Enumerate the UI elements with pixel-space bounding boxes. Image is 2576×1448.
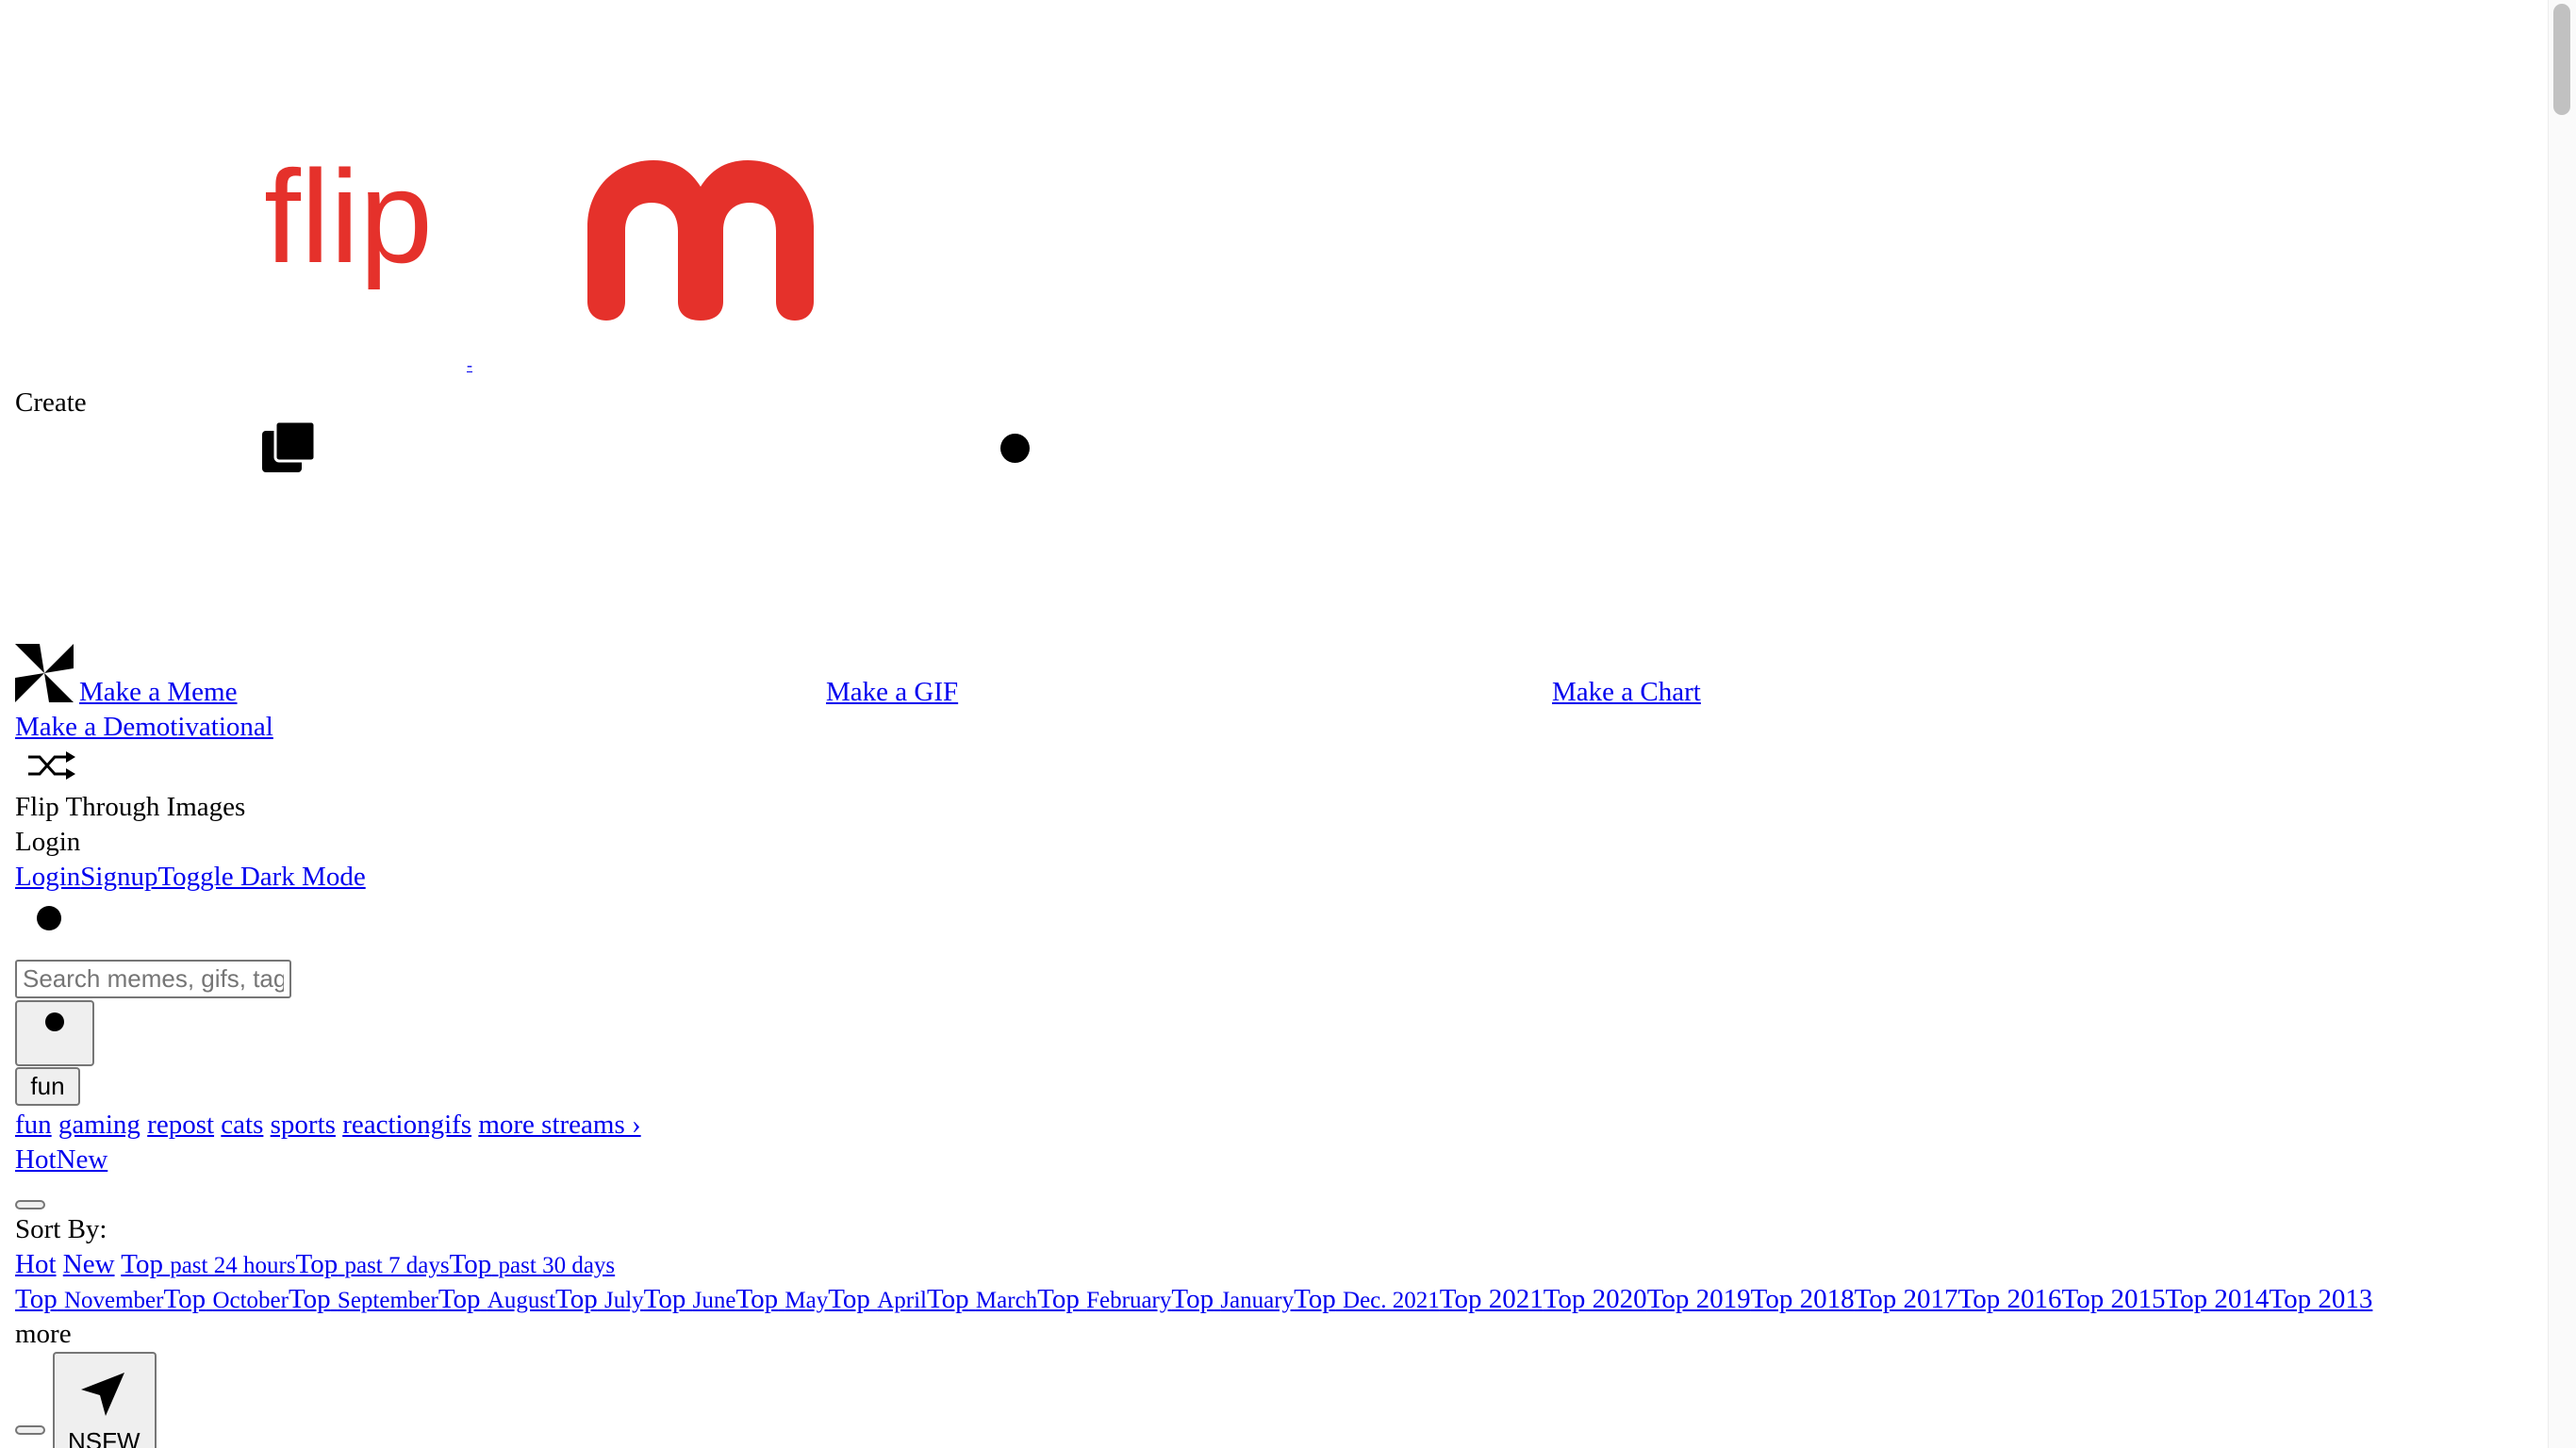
account-links: LoginSignupToggle Dark Mode bbox=[15, 860, 366, 894]
stream-link-reactiongifs[interactable]: reactiongifs bbox=[342, 1110, 471, 1140]
stream-link-fun[interactable]: fun bbox=[15, 1110, 52, 1140]
stream-link-repost[interactable]: repost bbox=[147, 1110, 214, 1140]
login-link[interactable]: Login bbox=[15, 862, 80, 892]
stream-link-cats[interactable]: cats bbox=[221, 1110, 263, 1140]
sort-top-year-link[interactable]: Top 2013 bbox=[2269, 1284, 2372, 1314]
sort-top-month-link[interactable]: Top February bbox=[1037, 1284, 1171, 1314]
logo-m-mark bbox=[587, 160, 814, 321]
sort-top-month-link[interactable]: Top May bbox=[735, 1284, 828, 1314]
make-chart-link[interactable]: Make a Chart bbox=[1552, 675, 1701, 709]
scrollbar-thumb[interactable] bbox=[2553, 4, 2570, 115]
sort-top-7d-link[interactable]: Top past 7 days bbox=[296, 1249, 450, 1279]
sort-top-month-link[interactable]: Top January bbox=[1171, 1284, 1294, 1314]
search-input[interactable] bbox=[15, 960, 291, 998]
sort-hot-link[interactable]: Hot bbox=[15, 1249, 57, 1279]
sort-top-year-link[interactable]: Top 2020 bbox=[1544, 1284, 1647, 1314]
sort-top-30d-link[interactable]: Top past 30 days bbox=[450, 1249, 616, 1279]
nsfw-button[interactable]: NSFW bbox=[53, 1352, 157, 1448]
tab-hot[interactable]: Hot bbox=[15, 1144, 57, 1175]
sort-top-month-link[interactable]: Top April bbox=[828, 1284, 927, 1314]
sort-label: Sort By: bbox=[15, 1214, 107, 1244]
logo-link[interactable]: flip bbox=[264, 151, 433, 283]
search-icon bbox=[45, 1012, 64, 1031]
sort-new-link[interactable]: New bbox=[63, 1249, 115, 1279]
sort-top-month-link[interactable]: Top September bbox=[289, 1284, 438, 1314]
scrollbar-track[interactable] bbox=[2548, 0, 2576, 1448]
logo-flip-text: flip bbox=[264, 142, 433, 290]
create-label: Create bbox=[15, 387, 87, 418]
stack-icon bbox=[262, 420, 317, 472]
nsfw-label: NSFW bbox=[68, 1427, 140, 1448]
dot-icon bbox=[1000, 434, 1030, 463]
sort-top-year-link[interactable]: Top 2016 bbox=[1958, 1284, 2062, 1314]
shuffle-icon bbox=[28, 751, 75, 780]
tab-new[interactable]: New bbox=[57, 1144, 108, 1175]
dark-mode-link[interactable]: Toggle Dark Mode bbox=[157, 862, 365, 892]
sort-top-month-link[interactable]: Top October bbox=[163, 1284, 288, 1314]
pinwheel-icon bbox=[15, 644, 74, 702]
sort-row-primary: Hot New Top past 24 hoursTop past 7 days… bbox=[15, 1247, 615, 1283]
dot-icon bbox=[37, 906, 61, 930]
sort-top-month-link[interactable]: Top November bbox=[15, 1284, 163, 1314]
login-heading: Login bbox=[15, 827, 81, 857]
logo-alt-link[interactable]: - bbox=[467, 355, 472, 374]
sort-top-month-link[interactable]: Top March bbox=[927, 1284, 1037, 1314]
search-button[interactable] bbox=[15, 1000, 94, 1066]
sort-toggle-button[interactable] bbox=[15, 1200, 45, 1209]
cursor-arrow-icon bbox=[81, 1373, 124, 1416]
sort-top-month-link[interactable]: Top July bbox=[555, 1284, 644, 1314]
feed-tabs: HotNew bbox=[15, 1143, 107, 1176]
sort-top-year-link[interactable]: Top 2019 bbox=[1647, 1284, 1751, 1314]
sort-more-label[interactable]: more bbox=[15, 1317, 72, 1351]
sort-top-year-link[interactable]: Top 2015 bbox=[2062, 1284, 2166, 1314]
more-streams-link[interactable]: more streams › bbox=[478, 1110, 640, 1140]
signup-link[interactable]: Signup bbox=[80, 862, 157, 892]
make-demotivational-link[interactable]: Make a Demotivational bbox=[15, 710, 273, 744]
stream-select[interactable]: fun bbox=[15, 1067, 80, 1106]
sort-top-24h-link[interactable]: Top past 24 hours bbox=[121, 1249, 295, 1279]
sort-top-year-link[interactable]: Top 2014 bbox=[2165, 1284, 2269, 1314]
nsfw-toggle-switch[interactable] bbox=[15, 1425, 45, 1435]
stream-links: fun gaming repost cats sports reactiongi… bbox=[15, 1108, 641, 1142]
sort-row-archive: Top NovemberTop OctoberTop SeptemberTop … bbox=[15, 1282, 2372, 1318]
sort-top-month-link[interactable]: Top June bbox=[644, 1284, 736, 1314]
sort-top-year-link[interactable]: Top 2018 bbox=[1751, 1284, 1855, 1314]
make-gif-link[interactable]: Make a GIF bbox=[826, 675, 958, 709]
flip-through-label: Flip Through Images bbox=[15, 792, 246, 822]
page: flip - Create Make a Meme Make a GIF Mak… bbox=[0, 0, 2576, 1448]
sort-top-month-link[interactable]: Top Dec. 2021 bbox=[1294, 1284, 1440, 1314]
stream-link-gaming[interactable]: gaming bbox=[58, 1110, 140, 1140]
stream-link-sports[interactable]: sports bbox=[271, 1110, 336, 1140]
sort-top-month-link[interactable]: Top August bbox=[438, 1284, 555, 1314]
sort-top-year-link[interactable]: Top 2021 bbox=[1440, 1284, 1544, 1314]
make-meme-link[interactable]: Make a Meme bbox=[79, 675, 238, 709]
sort-top-year-link[interactable]: Top 2017 bbox=[1855, 1284, 1958, 1314]
